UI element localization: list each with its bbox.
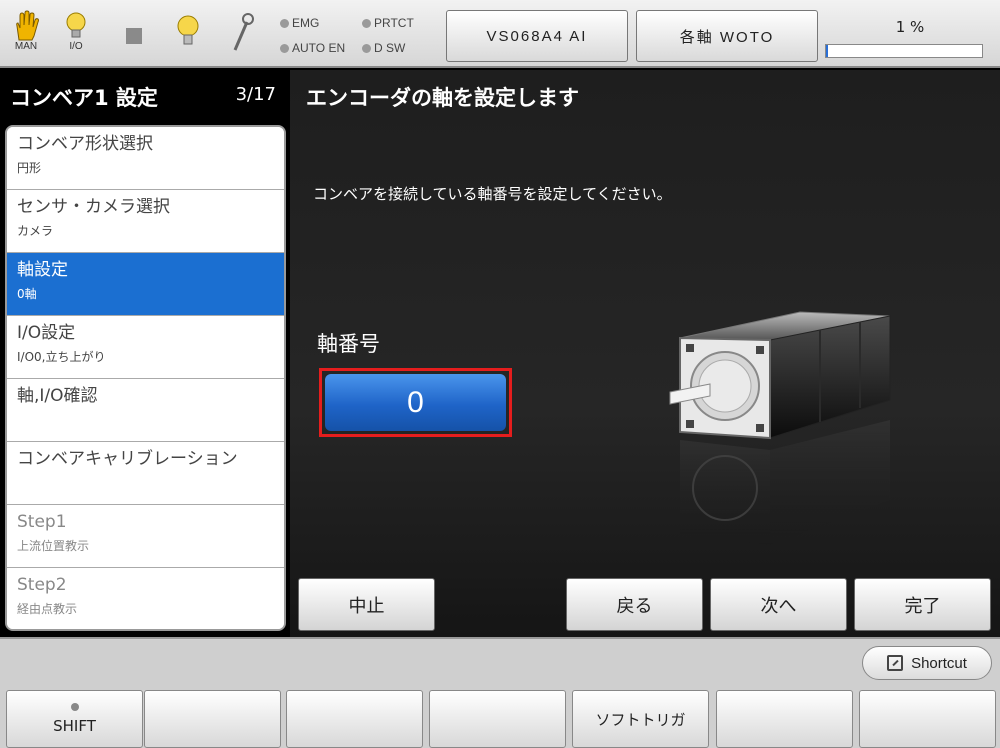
axis-number-label: 軸番号 (317, 332, 380, 356)
main-panel: エンコーダの軸を設定します コンベアを接続している軸番号を設定してください。 軸… (290, 70, 1000, 637)
step-label: I/O設定 (17, 323, 76, 343)
speed-bar-fill (826, 45, 828, 57)
dsw-indicator: D SW (362, 41, 405, 55)
function-key[interactable]: ソフトトリガ (572, 690, 709, 748)
step-item[interactable]: I/O設定 I/O0,立ち上がり (7, 316, 284, 379)
emg-led (280, 18, 289, 28)
prtct-label: PRTCT (374, 16, 414, 30)
shortcut-button[interactable]: Shortcut (862, 646, 992, 680)
step-value: 上流位置教示 (17, 539, 90, 553)
back-button[interactable]: 戻る (566, 578, 703, 631)
lamp-icon (177, 15, 199, 45)
speed-bar[interactable] (825, 44, 983, 58)
dsw-label: D SW (374, 41, 406, 55)
step-item[interactable]: Step2 経由点教示 (7, 568, 284, 629)
manual-mode-indicator[interactable]: MAN (6, 10, 46, 62)
step-item[interactable]: Step1 上流位置教示 (7, 505, 284, 568)
step-label: 軸設定 (17, 260, 68, 280)
sidebar-title: コンベア1 設定 (10, 86, 158, 110)
shift-key[interactable]: SHIFT (6, 690, 143, 748)
bulb-icon (66, 12, 86, 38)
function-key[interactable] (144, 690, 281, 748)
step-item[interactable]: センサ・カメラ選択カメラ (7, 190, 284, 253)
step-label: コンベアキャリブレーション (17, 449, 238, 469)
step-label: コンベア形状選択 (17, 134, 153, 154)
stop-indicator[interactable] (114, 10, 154, 62)
auto-en-label: AUTO EN (292, 41, 346, 55)
prtct-indicator: PRTCT (362, 16, 414, 30)
axis-number-button[interactable]: 0 (325, 374, 506, 431)
function-key-bar: Shortcut SHIFT ソフトトリガ (0, 637, 1000, 748)
finish-button[interactable]: 完了 (854, 578, 991, 631)
emg-label: EMG (292, 16, 320, 30)
tool-indicator[interactable] (222, 10, 262, 62)
step-value: 円形 (17, 161, 42, 175)
step-list[interactable]: コンベア形状選択円形センサ・カメラ選択カメラ軸設定 0軸 I/O設定 I/O0,立ち上… (5, 125, 286, 631)
io-indicator[interactable]: I/O (56, 10, 96, 62)
instruction-text: コンベアを接続している軸番号を設定してください。 (313, 185, 672, 203)
step-label: 軸,I/O確認 (17, 386, 98, 406)
shortcut-label: Shortcut (911, 654, 967, 672)
shortcut-icon (887, 655, 904, 671)
square-icon (126, 28, 142, 44)
function-key[interactable] (859, 690, 996, 748)
shift-led (70, 703, 79, 711)
function-key[interactable] (429, 690, 566, 748)
encoder-motor-illustration (669, 311, 891, 545)
step-value: 0軸 (17, 287, 37, 301)
function-key[interactable] (716, 690, 853, 748)
function-key-label: ソフトトリガ (595, 710, 686, 729)
sidebar-header: コンベア1 設定 3/17 (0, 70, 290, 122)
lamp-indicator[interactable] (168, 10, 208, 62)
step-label: センサ・カメラ選択 (17, 197, 170, 217)
status-bar: MAN I/O EMG PRTCT AUTO EN D SW VS068A4 A… (0, 0, 1000, 68)
next-button[interactable]: 次へ (710, 578, 847, 631)
function-key[interactable] (286, 690, 423, 748)
auto-en-indicator: AUTO EN (280, 41, 345, 55)
page-title: エンコーダの軸を設定します (306, 86, 579, 110)
io-label: I/O (69, 41, 83, 52)
robot-model-button[interactable]: VS068A4 AI (446, 10, 628, 62)
step-value: カメラ (17, 224, 54, 238)
prtct-led (362, 18, 371, 28)
speed-percent: 1 % (895, 18, 925, 36)
mode-label: MAN (14, 41, 38, 52)
wrench-icon (233, 13, 254, 51)
auto-en-led (280, 43, 289, 53)
hand-icon (16, 10, 39, 41)
page-counter: 3/17 (235, 84, 276, 105)
step-item[interactable]: 軸設定 0軸 (7, 253, 284, 316)
axis-mode-button[interactable]: 各軸 WOTO (636, 10, 818, 62)
step-item[interactable]: コンベア形状選択円形 (7, 127, 284, 190)
axis-number-selection: 0 (319, 368, 512, 437)
step-item[interactable]: コンベアキャリブレーション (7, 442, 284, 505)
dsw-led (362, 43, 371, 53)
step-label: Step2 (17, 575, 67, 595)
emg-indicator: EMG (280, 16, 319, 30)
step-value: I/O0,立ち上がり (17, 350, 106, 364)
abort-button[interactable]: 中止 (298, 578, 435, 631)
step-item[interactable]: 軸,I/O確認 (7, 379, 284, 442)
function-key-label: SHIFT (53, 717, 96, 735)
step-value: 経由点教示 (17, 602, 78, 616)
step-label: Step1 (17, 512, 67, 532)
